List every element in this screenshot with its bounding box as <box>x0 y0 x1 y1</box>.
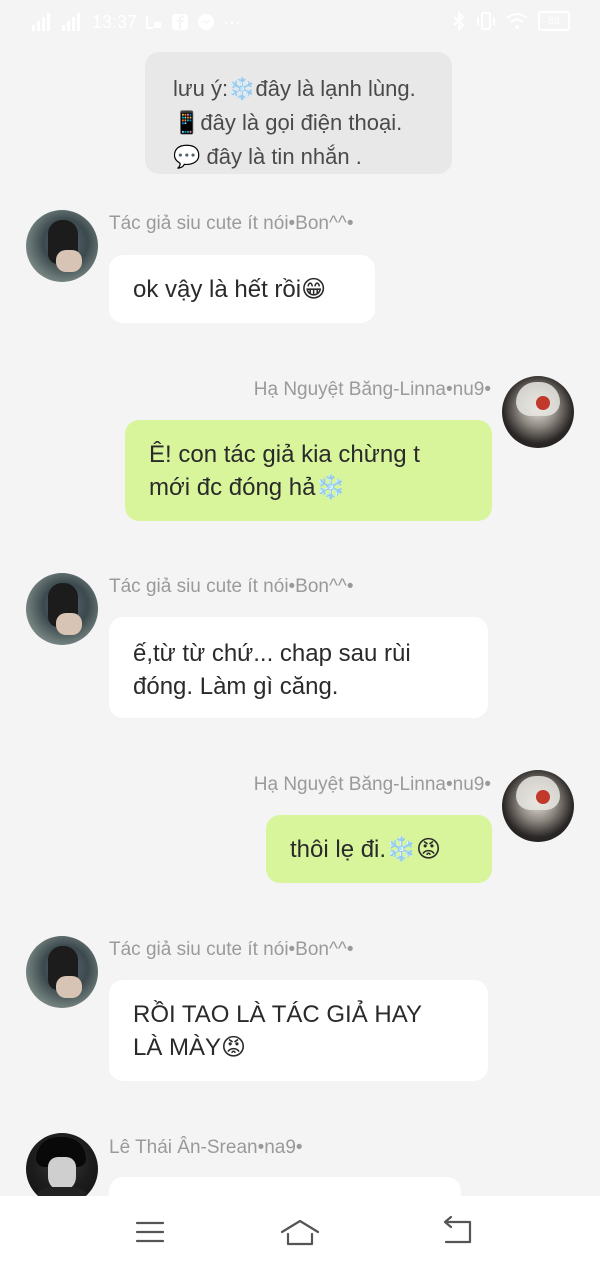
wifi-icon <box>506 13 528 29</box>
message-text: thôi lẹ đi.❄️😡 <box>290 836 441 863</box>
avatar[interactable] <box>26 573 98 645</box>
battery-icon: 88 <box>538 11 570 31</box>
avatar[interactable] <box>502 376 574 448</box>
message-text: ok vậy là hết rồi😁 <box>133 276 327 303</box>
messenger-icon <box>146 16 162 29</box>
home-icon[interactable] <box>280 1214 320 1250</box>
more-icon: ··· <box>223 12 242 32</box>
message-bubble[interactable]: ế,từ từ chứ... chap sau rùi đóng. Làm gì… <box>109 617 488 718</box>
bluetooth-icon <box>453 11 465 31</box>
sender-name: Tác giả siu cute ít nói•Bon^^• <box>109 939 354 960</box>
avatar[interactable] <box>502 770 574 842</box>
sender-name: Hạ Nguyệt Băng-Linna•nu9• <box>253 379 491 400</box>
message-text: đóng. Làm gì căng. <box>133 673 339 700</box>
message-text: LÀ MÀY😡 <box>133 1034 247 1061</box>
message-text: ế,từ từ chứ... chap sau rùi <box>133 640 411 667</box>
note-line-phone: 📱đây là gọi điện thoại. <box>173 110 403 135</box>
signal-icon <box>62 13 80 31</box>
note-line-snowflake: lưu ý:❄️đây là lạnh lùng. <box>173 76 416 101</box>
signal-icon <box>32 13 50 31</box>
chat-screen: 13:37 ··· 88 lưu ý:❄️đây là lạnh lùng. 📱… <box>0 0 600 1267</box>
message-text: RỒI TAO LÀ TÁC GIẢ HAY <box>133 1001 422 1028</box>
note-box: lưu ý:❄️đây là lạnh lùng. 📱đây là gọi đi… <box>145 52 452 174</box>
sender-name: Tác giả siu cute ít nói•Bon^^• <box>109 213 354 234</box>
sender-name: Tác giả siu cute ít nói•Bon^^• <box>109 576 354 597</box>
vibrate-icon <box>477 12 495 30</box>
message-text: Ê! con tác giả kia chừng t <box>149 441 420 468</box>
sender-name: Hạ Nguyệt Băng-Linna•nu9• <box>253 774 491 795</box>
sender-name: Lê Thái Ân-Srean•na9• <box>109 1137 303 1158</box>
back-icon[interactable] <box>438 1214 478 1250</box>
status-bar: 13:37 ··· 88 <box>0 0 600 44</box>
message-bubble[interactable]: Ê! con tác giả kia chừng t mới đc đóng h… <box>125 420 492 521</box>
note-line-message: 💬 đây là tin nhắn . <box>173 144 362 169</box>
message-bubble[interactable]: ok vậy là hết rồi😁 <box>109 255 375 323</box>
status-left: 13:37 ··· <box>32 11 241 33</box>
message-bubble[interactable]: RỒI TAO LÀ TÁC GIẢ HAY LÀ MÀY😡 <box>109 980 488 1081</box>
message-text: mới đc đóng hả❄️ <box>149 474 346 501</box>
avatar[interactable] <box>26 1133 98 1205</box>
avatar[interactable] <box>26 210 98 282</box>
status-time: 13:37 <box>92 12 138 32</box>
menu-icon[interactable] <box>130 1214 170 1250</box>
facebook-icon <box>172 14 189 30</box>
status-right: 88 <box>452 11 570 31</box>
navigation-bar <box>0 1196 600 1267</box>
avatar[interactable] <box>26 936 98 1008</box>
message-bubble[interactable]: thôi lẹ đi.❄️😡 <box>266 815 492 883</box>
messenger-icon <box>198 14 215 30</box>
